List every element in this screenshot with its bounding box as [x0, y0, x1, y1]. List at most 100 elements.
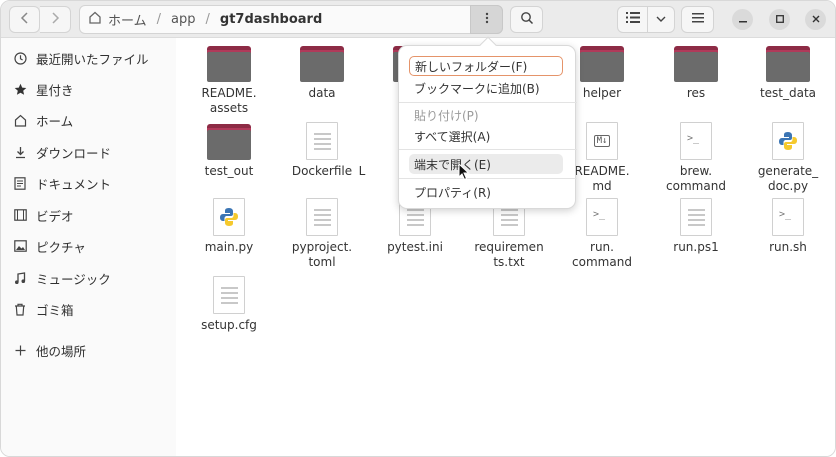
- trash-icon: [12, 301, 28, 317]
- minimize-button[interactable]: [732, 9, 753, 30]
- file-name: run.ps1: [673, 240, 719, 254]
- sidebar-item-other-locations[interactable]: 他の場所: [1, 335, 176, 365]
- music-icon: [12, 270, 28, 286]
- clock-icon: [12, 50, 28, 66]
- menu-item-select-all[interactable]: すべて選択(A): [409, 126, 563, 146]
- file-item[interactable]: >_ run.sh: [743, 198, 833, 255]
- file-name: res: [686, 86, 706, 100]
- file-name: pytest.ini: [387, 240, 443, 254]
- sidebar-item-label: ピクチャ: [36, 239, 86, 255]
- menu-item-properties[interactable]: プロパティ(R): [409, 182, 563, 202]
- script-file-icon: >_: [772, 198, 804, 236]
- file-item[interactable]: setup.cfg: [184, 276, 274, 333]
- maximize-icon: [775, 12, 784, 27]
- chevron-left-icon: [20, 11, 30, 28]
- chevron-right-icon: [50, 11, 60, 28]
- menu-item-paste[interactable]: 貼り付け(P): [409, 105, 563, 125]
- search-button[interactable]: [510, 6, 543, 33]
- video-icon: [12, 207, 28, 223]
- sidebar-item-label: ビデオ: [36, 208, 74, 224]
- sidebar-item-label: ミュージック: [36, 271, 111, 287]
- file-name: run.sh: [769, 240, 807, 254]
- home-icon: [12, 112, 28, 128]
- mouse-cursor-icon: [458, 162, 470, 185]
- minimize-icon: [738, 12, 747, 27]
- text-file-icon: [213, 276, 245, 314]
- picture-icon: [12, 238, 28, 254]
- python-file-icon: [772, 122, 804, 160]
- menu-item-open-terminal[interactable]: 端末で開く(E): [409, 154, 563, 174]
- sidebar-item-label: ダウンロード: [36, 145, 112, 161]
- file-item[interactable]: L: [342, 122, 382, 179]
- menu-item-add-bookmark[interactable]: ブックマークに追加(B): [409, 78, 563, 98]
- path-segment-current[interactable]: gt7dashboard: [220, 12, 322, 27]
- text-file-icon: [306, 198, 338, 236]
- file-item[interactable]: README. assets: [184, 46, 274, 116]
- menu-item-new-folder[interactable]: 新しいフォルダー(F): [409, 56, 563, 76]
- chevron-down-icon: [656, 12, 666, 27]
- sidebar-item-videos[interactable]: ビデオ: [1, 200, 176, 230]
- sidebar-item-starred[interactable]: 星付き: [1, 74, 176, 104]
- menu-divider: [399, 178, 577, 179]
- file-item[interactable]: run.ps1: [651, 198, 741, 255]
- download-icon: [12, 144, 28, 160]
- file-name: L: [358, 164, 366, 178]
- path-segment-app[interactable]: app: [171, 12, 195, 27]
- sidebar-item-label: ドキュメント: [36, 176, 112, 192]
- maximize-button[interactable]: [769, 9, 790, 30]
- home-icon: [88, 11, 102, 28]
- path-bar[interactable]: ホーム / app / gt7dashboard: [79, 5, 503, 34]
- sidebar-item-trash[interactable]: ゴミ箱: [1, 294, 176, 324]
- folder-icon: [766, 46, 810, 82]
- file-item[interactable]: >_ run. command: [557, 198, 647, 270]
- sidebar-item-home[interactable]: ホーム: [1, 105, 176, 135]
- sidebar-item-recent[interactable]: 最近開いたファイル: [1, 43, 176, 73]
- search-icon: [520, 11, 534, 29]
- markdown-file-icon: M↓: [586, 122, 618, 160]
- file-name: data: [308, 86, 336, 100]
- document-icon: [12, 175, 28, 191]
- file-item[interactable]: pyproject. toml: [277, 198, 367, 270]
- forward-button[interactable]: [40, 6, 71, 33]
- file-item[interactable]: data: [277, 46, 367, 101]
- file-item[interactable]: >_ brew. command: [651, 122, 741, 194]
- text-file-icon: [680, 198, 712, 236]
- sidebar-item-downloads[interactable]: ダウンロード: [1, 137, 176, 167]
- sidebar-item-pictures[interactable]: ピクチャ: [1, 231, 176, 261]
- sidebar: 最近開いたファイル 星付き ホーム ダウンロード ドキュメント ビデオ ピクチャ: [1, 38, 176, 456]
- back-button[interactable]: [9, 6, 40, 33]
- file-name: setup.cfg: [201, 318, 257, 332]
- file-name: README. assets: [201, 86, 257, 115]
- file-name: test_data: [759, 86, 817, 100]
- sidebar-item-documents[interactable]: ドキュメント: [1, 168, 176, 198]
- menu-divider: [399, 102, 577, 103]
- main-menu-button[interactable]: [681, 6, 714, 33]
- hamburger-menu-icon: [691, 12, 704, 27]
- folder-menu-button[interactable]: [470, 5, 503, 34]
- file-item[interactable]: res: [651, 46, 741, 101]
- menu-divider: [399, 149, 577, 150]
- file-name: test_out: [204, 164, 254, 178]
- script-file-icon: >_: [586, 198, 618, 236]
- file-item[interactable]: main.py: [184, 198, 274, 255]
- path-separator: /: [156, 12, 162, 27]
- file-item[interactable]: test_data: [743, 46, 833, 101]
- close-button[interactable]: [805, 9, 826, 30]
- star-icon: [12, 81, 28, 97]
- file-name: run. command: [572, 240, 632, 269]
- view-mode-button[interactable]: [617, 6, 648, 33]
- path-separator: /: [205, 12, 210, 27]
- view-options-dropdown[interactable]: [648, 6, 675, 33]
- sidebar-item-music[interactable]: ミュージック: [1, 263, 176, 293]
- file-item[interactable]: generate_ doc.py: [743, 122, 833, 194]
- file-item[interactable]: test_out: [184, 124, 274, 179]
- folder-icon: [300, 46, 344, 82]
- file-name: main.py: [204, 240, 254, 254]
- file-name: generate_ doc.py: [757, 164, 819, 193]
- file-name: pyproject. toml: [291, 240, 353, 269]
- script-file-icon: >_: [680, 122, 712, 160]
- file-name: requiremen ts.txt: [474, 240, 544, 269]
- text-file-icon: [306, 122, 338, 160]
- sidebar-item-label: ゴミ箱: [36, 302, 74, 318]
- path-segment-home[interactable]: ホーム: [108, 10, 147, 29]
